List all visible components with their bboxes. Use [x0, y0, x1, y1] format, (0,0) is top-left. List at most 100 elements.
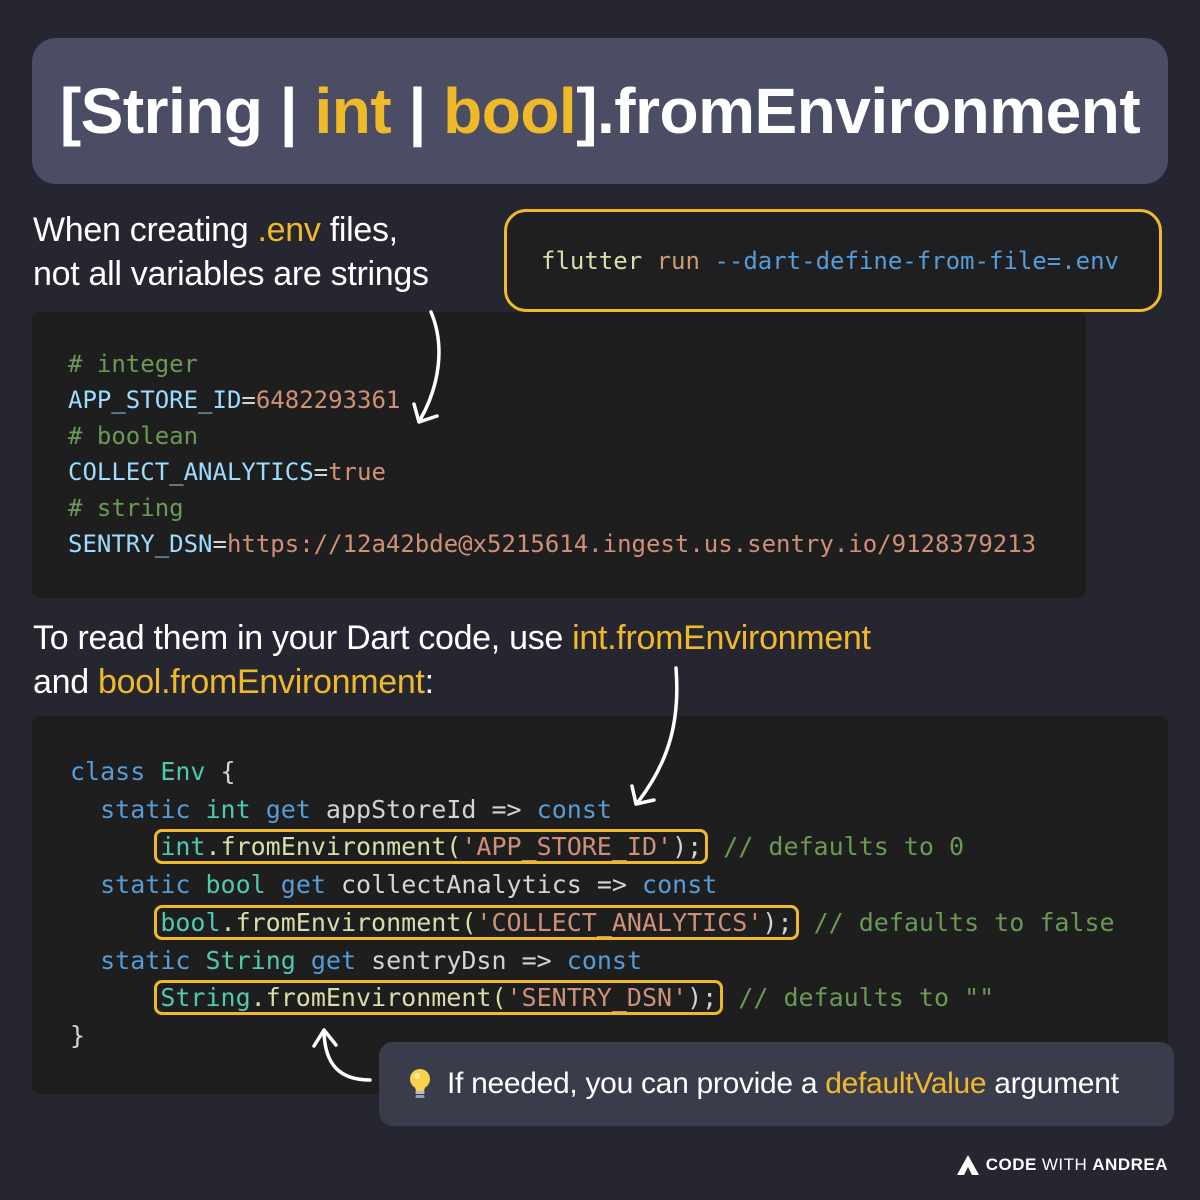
keyword: get — [310, 945, 357, 975]
call-end: ); — [762, 907, 793, 937]
title-separator: | — [262, 75, 315, 147]
tip-part1: If needed, you can provide a — [447, 1067, 826, 1100]
env-key: SENTRY_DSN — [68, 530, 213, 558]
intro-part2: files, — [320, 211, 398, 249]
brand-logo-icon — [956, 1155, 979, 1175]
title-banner: [String | int | bool].fromEnvironment — [32, 38, 1168, 184]
tip-part2: argument — [986, 1067, 1119, 1100]
call-end: ); — [672, 832, 703, 862]
brace: } — [70, 1020, 86, 1050]
getter-name: appStoreId — [325, 794, 477, 824]
env-key: APP_STORE_ID — [68, 386, 242, 414]
brand-with: WITH — [1041, 1155, 1088, 1174]
type: bool — [205, 870, 266, 900]
string-arg: 'SENTRY_DSN' — [506, 983, 688, 1013]
code-comment: // defaults to "" — [738, 983, 995, 1013]
code-line: int.fromEnvironment('APP_STORE_ID'); // … — [70, 828, 1168, 866]
keyword: get — [265, 794, 311, 824]
intro-text: When creating .env files, not all variab… — [33, 208, 493, 296]
dart-code-block: class Env { static int get appStoreId =>… — [32, 716, 1168, 1094]
instruction-int-highlight: int.fromEnvironment — [572, 619, 871, 657]
code-line: bool.fromEnvironment('COLLECT_ANALYTICS'… — [70, 904, 1168, 942]
keyword: static — [100, 870, 191, 900]
string-arg: 'COLLECT_ANALYTICS' — [476, 907, 763, 937]
code-line: # string — [68, 490, 1086, 526]
string-arg: 'APP_STORE_ID' — [461, 832, 673, 862]
lightbulb-icon — [410, 1069, 430, 1098]
keyword: const — [642, 870, 718, 900]
arrow-op: => — [521, 945, 552, 975]
arrow-op: => — [596, 870, 627, 900]
command-program: flutter — [541, 246, 643, 275]
brand-andrea: ANDREA — [1092, 1155, 1168, 1174]
type: String — [160, 983, 251, 1013]
title-bool: bool — [443, 75, 577, 147]
title-bracket-close: ].fromEnvironment — [576, 75, 1141, 147]
command-flag: --dart-define-from-file=.env — [714, 246, 1119, 275]
keyword: const — [566, 945, 643, 975]
code-comment: # boolean — [68, 422, 199, 450]
class-name: Env — [160, 757, 206, 786]
env-value: true — [328, 458, 386, 486]
intro-line2: not all variables are strings — [33, 255, 429, 293]
command-subcommand: run — [656, 246, 700, 275]
keyword: static — [100, 945, 191, 975]
command-box: flutter run --dart-define-from-file=.env — [504, 209, 1162, 312]
keyword: const — [536, 794, 612, 824]
env-code-block: # integer APP_STORE_ID=6482293361 # bool… — [32, 312, 1086, 598]
code-line: SENTRY_DSN=https://12a42bde@x5215614.ing… — [68, 526, 1086, 562]
highlight-box: String.fromEnvironment('SENTRY_DSN'); — [154, 980, 724, 1016]
env-value: 6482293361 — [255, 386, 401, 414]
code-line: String.fromEnvironment('SENTRY_DSN'); //… — [70, 979, 1168, 1017]
env-equals: = — [241, 386, 256, 414]
highlight-box: bool.fromEnvironment('COLLECT_ANALYTICS'… — [154, 904, 799, 940]
type: bool — [160, 907, 221, 937]
intro-env-highlight: .env — [257, 211, 321, 249]
arrow-op: => — [491, 794, 522, 824]
title-string: String — [80, 75, 263, 147]
env-equals: = — [212, 530, 227, 558]
getter-name: sentryDsn — [371, 945, 507, 975]
keyword: class — [70, 757, 146, 786]
tip-highlight: defaultValue — [825, 1067, 987, 1100]
instruction-bool-highlight: bool.fromEnvironment — [97, 663, 425, 701]
brace: { — [205, 757, 236, 786]
instruction-text: To read them in your Dart code, use int.… — [33, 616, 1163, 704]
title-int: int — [314, 75, 392, 147]
code-line: # boolean — [68, 418, 1086, 454]
getter-name: collectAnalytics — [340, 870, 582, 900]
tip-callout: If needed, you can provide a defaultValu… — [379, 1042, 1174, 1126]
code-line: class Env { — [70, 753, 1168, 791]
type: int — [160, 832, 206, 862]
brand-footer: CODE WITH ANDREA — [956, 1153, 1168, 1177]
intro-part1: When creating — [33, 211, 258, 249]
type: int — [205, 794, 251, 824]
keyword: get — [280, 870, 326, 900]
env-equals: = — [313, 458, 329, 486]
code-line: static String get sentryDsn => const — [70, 942, 1168, 980]
code-comment: // defaults to 0 — [723, 832, 965, 862]
code-comment: // defaults to false — [813, 907, 1115, 937]
title-bracket-open: [ — [59, 75, 81, 147]
method-call: .fromEnvironment( — [220, 907, 477, 937]
env-key: COLLECT_ANALYTICS — [68, 458, 314, 486]
call-end: ); — [687, 983, 718, 1013]
brand-code: CODE — [985, 1155, 1037, 1174]
code-line: APP_STORE_ID=6482293361 — [68, 382, 1086, 418]
instruction-part1: To read them in your Dart code, use — [33, 619, 573, 657]
method-call: .fromEnvironment( — [250, 983, 507, 1013]
code-line: # integer — [68, 346, 1086, 382]
code-line: static bool get collectAnalytics => cons… — [70, 866, 1168, 904]
code-line: static int get appStoreId => const — [70, 791, 1168, 829]
code-line: COLLECT_ANALYTICS=true — [68, 454, 1086, 490]
type: String — [205, 945, 296, 975]
keyword: static — [100, 794, 191, 824]
code-comment: # integer — [68, 350, 199, 378]
code-comment: # string — [68, 494, 184, 522]
instruction-part3: : — [424, 663, 434, 701]
instruction-part2: and — [33, 663, 98, 701]
method-call: .fromEnvironment( — [205, 832, 462, 862]
env-value: https://12a42bde@x5215614.ingest.us.sent… — [226, 530, 1037, 558]
title-separator: | — [391, 75, 444, 147]
highlight-box: int.fromEnvironment('APP_STORE_ID'); — [154, 829, 709, 865]
